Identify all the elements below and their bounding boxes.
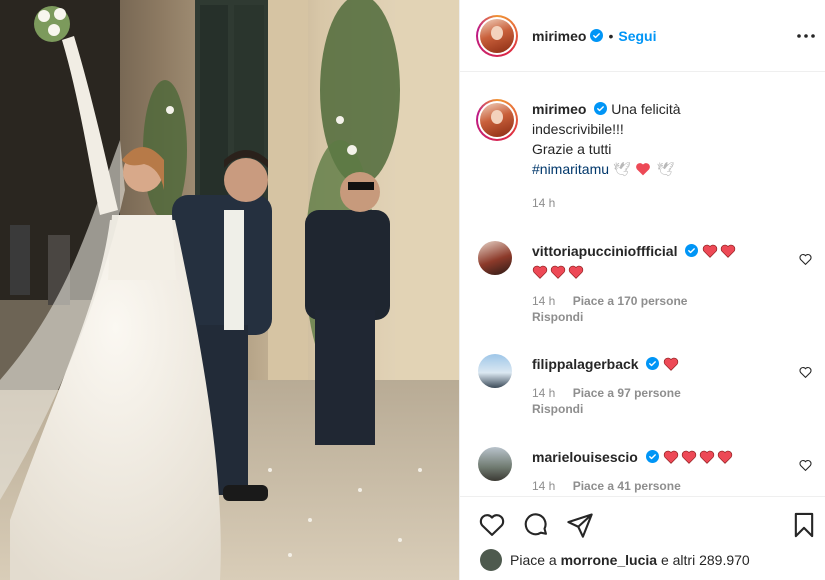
heart-emoji-icon <box>663 449 735 465</box>
comment-time: 14 h <box>532 386 556 400</box>
author-username[interactable]: mirimeo <box>532 28 586 44</box>
dove-icon: 🕊 <box>656 161 675 177</box>
post-actions-bar: Piace a morrone_lucia e altri 289.970 <box>460 496 825 580</box>
comment-body: vittoriapuccinioffficial 14 h Piace a 17… <box>532 241 772 325</box>
likes-user[interactable]: morrone_lucia <box>561 552 657 568</box>
comment-avatar[interactable] <box>478 354 512 388</box>
heart-emoji-row <box>532 264 586 280</box>
separator-dot: • <box>608 27 614 44</box>
verified-badge-icon <box>646 357 660 370</box>
caption-hashtag[interactable]: #nimaritamu <box>532 161 609 177</box>
like-comment-heart-icon[interactable] <box>799 366 812 379</box>
comment-likes[interactable]: Piace a 41 persone <box>573 479 681 493</box>
author-avatar[interactable] <box>476 14 518 57</box>
instagram-post: mirimeo • Segui mirimeo Una felicità ind… <box>0 0 825 580</box>
likes-suffix[interactable]: e altri 289.970 <box>661 552 750 568</box>
caption-line-1: Una felicità <box>611 101 681 117</box>
like-heart-icon[interactable] <box>478 511 506 539</box>
follow-button[interactable]: Segui <box>618 28 656 44</box>
caption-line-2: indescrivibile!!! <box>532 121 624 137</box>
share-paper-plane-icon[interactable] <box>566 511 594 539</box>
heart-emoji-icon <box>635 161 653 177</box>
comment-body: filippalagerback 14 h Piace a 97 persone… <box>532 354 772 417</box>
comment-avatar[interactable] <box>478 447 512 481</box>
comment-likes[interactable]: Piace a 170 persone <box>573 294 688 308</box>
likes-prefix: Piace a <box>510 552 557 568</box>
verified-badge-icon <box>685 244 699 257</box>
comment-bubble-icon[interactable] <box>522 511 550 539</box>
wedding-photo-illustration <box>0 0 459 580</box>
likes-summary[interactable]: Piace a morrone_lucia e altri 289.970 <box>480 549 750 571</box>
verified-badge-icon <box>594 102 608 115</box>
post-header: mirimeo • Segui <box>460 0 825 72</box>
comment-username[interactable]: filippalagerback <box>532 356 639 372</box>
comment-meta: 14 h Piace a 97 persone Rispondi <box>532 385 772 417</box>
caption-line-3: Grazie a tutti <box>532 141 612 157</box>
comment-item: vittoriapuccinioffficial 14 h Piace a 17… <box>476 241 816 325</box>
comment-meta: 14 h Piace a 41 persone <box>532 478 772 494</box>
comment-time: 14 h <box>532 479 556 493</box>
post-side-panel: mirimeo • Segui mirimeo Una felicità ind… <box>459 0 825 580</box>
comment-username[interactable]: marielouisescio <box>532 449 638 465</box>
verified-badge-icon <box>645 450 659 463</box>
dove-icon: 🕊 <box>612 161 631 177</box>
caption-username[interactable]: mirimeo <box>532 101 586 117</box>
comment-meta: 14 h Piace a 170 persone Rispondi <box>532 293 772 325</box>
comment-avatar[interactable] <box>478 241 512 275</box>
like-comment-heart-icon[interactable] <box>799 459 812 472</box>
heart-emoji-icon <box>663 356 681 372</box>
like-comment-heart-icon[interactable] <box>799 253 812 266</box>
caption-avatar[interactable] <box>476 99 518 141</box>
verified-badge-icon <box>590 29 604 42</box>
reply-button[interactable]: Rispondi <box>532 309 772 325</box>
comment-item: filippalagerback 14 h Piace a 97 persone… <box>476 354 816 417</box>
comment-item: marielouisescio 14 h Piace a 41 persone <box>476 447 816 494</box>
liker-avatar <box>480 549 502 571</box>
caption-time: 14 h <box>532 196 556 210</box>
comment-body: marielouisescio 14 h Piace a 41 persone <box>532 447 772 494</box>
save-bookmark-icon[interactable] <box>790 511 818 539</box>
comment-likes[interactable]: Piace a 97 persone <box>573 386 681 400</box>
post-caption: mirimeo Una felicità indescrivibile!!! G… <box>476 99 816 213</box>
caption-text: mirimeo Una felicità indescrivibile!!! G… <box>532 99 812 213</box>
reply-button[interactable]: Rispondi <box>532 401 772 417</box>
comments-area[interactable]: mirimeo Una felicità indescrivibile!!! G… <box>460 73 825 496</box>
more-options-icon[interactable] <box>796 27 816 45</box>
post-photo[interactable] <box>0 0 459 580</box>
comment-username[interactable]: vittoriapuccinioffficial <box>532 243 677 259</box>
heart-emoji-icon <box>702 243 738 259</box>
comment-time: 14 h <box>532 294 556 308</box>
